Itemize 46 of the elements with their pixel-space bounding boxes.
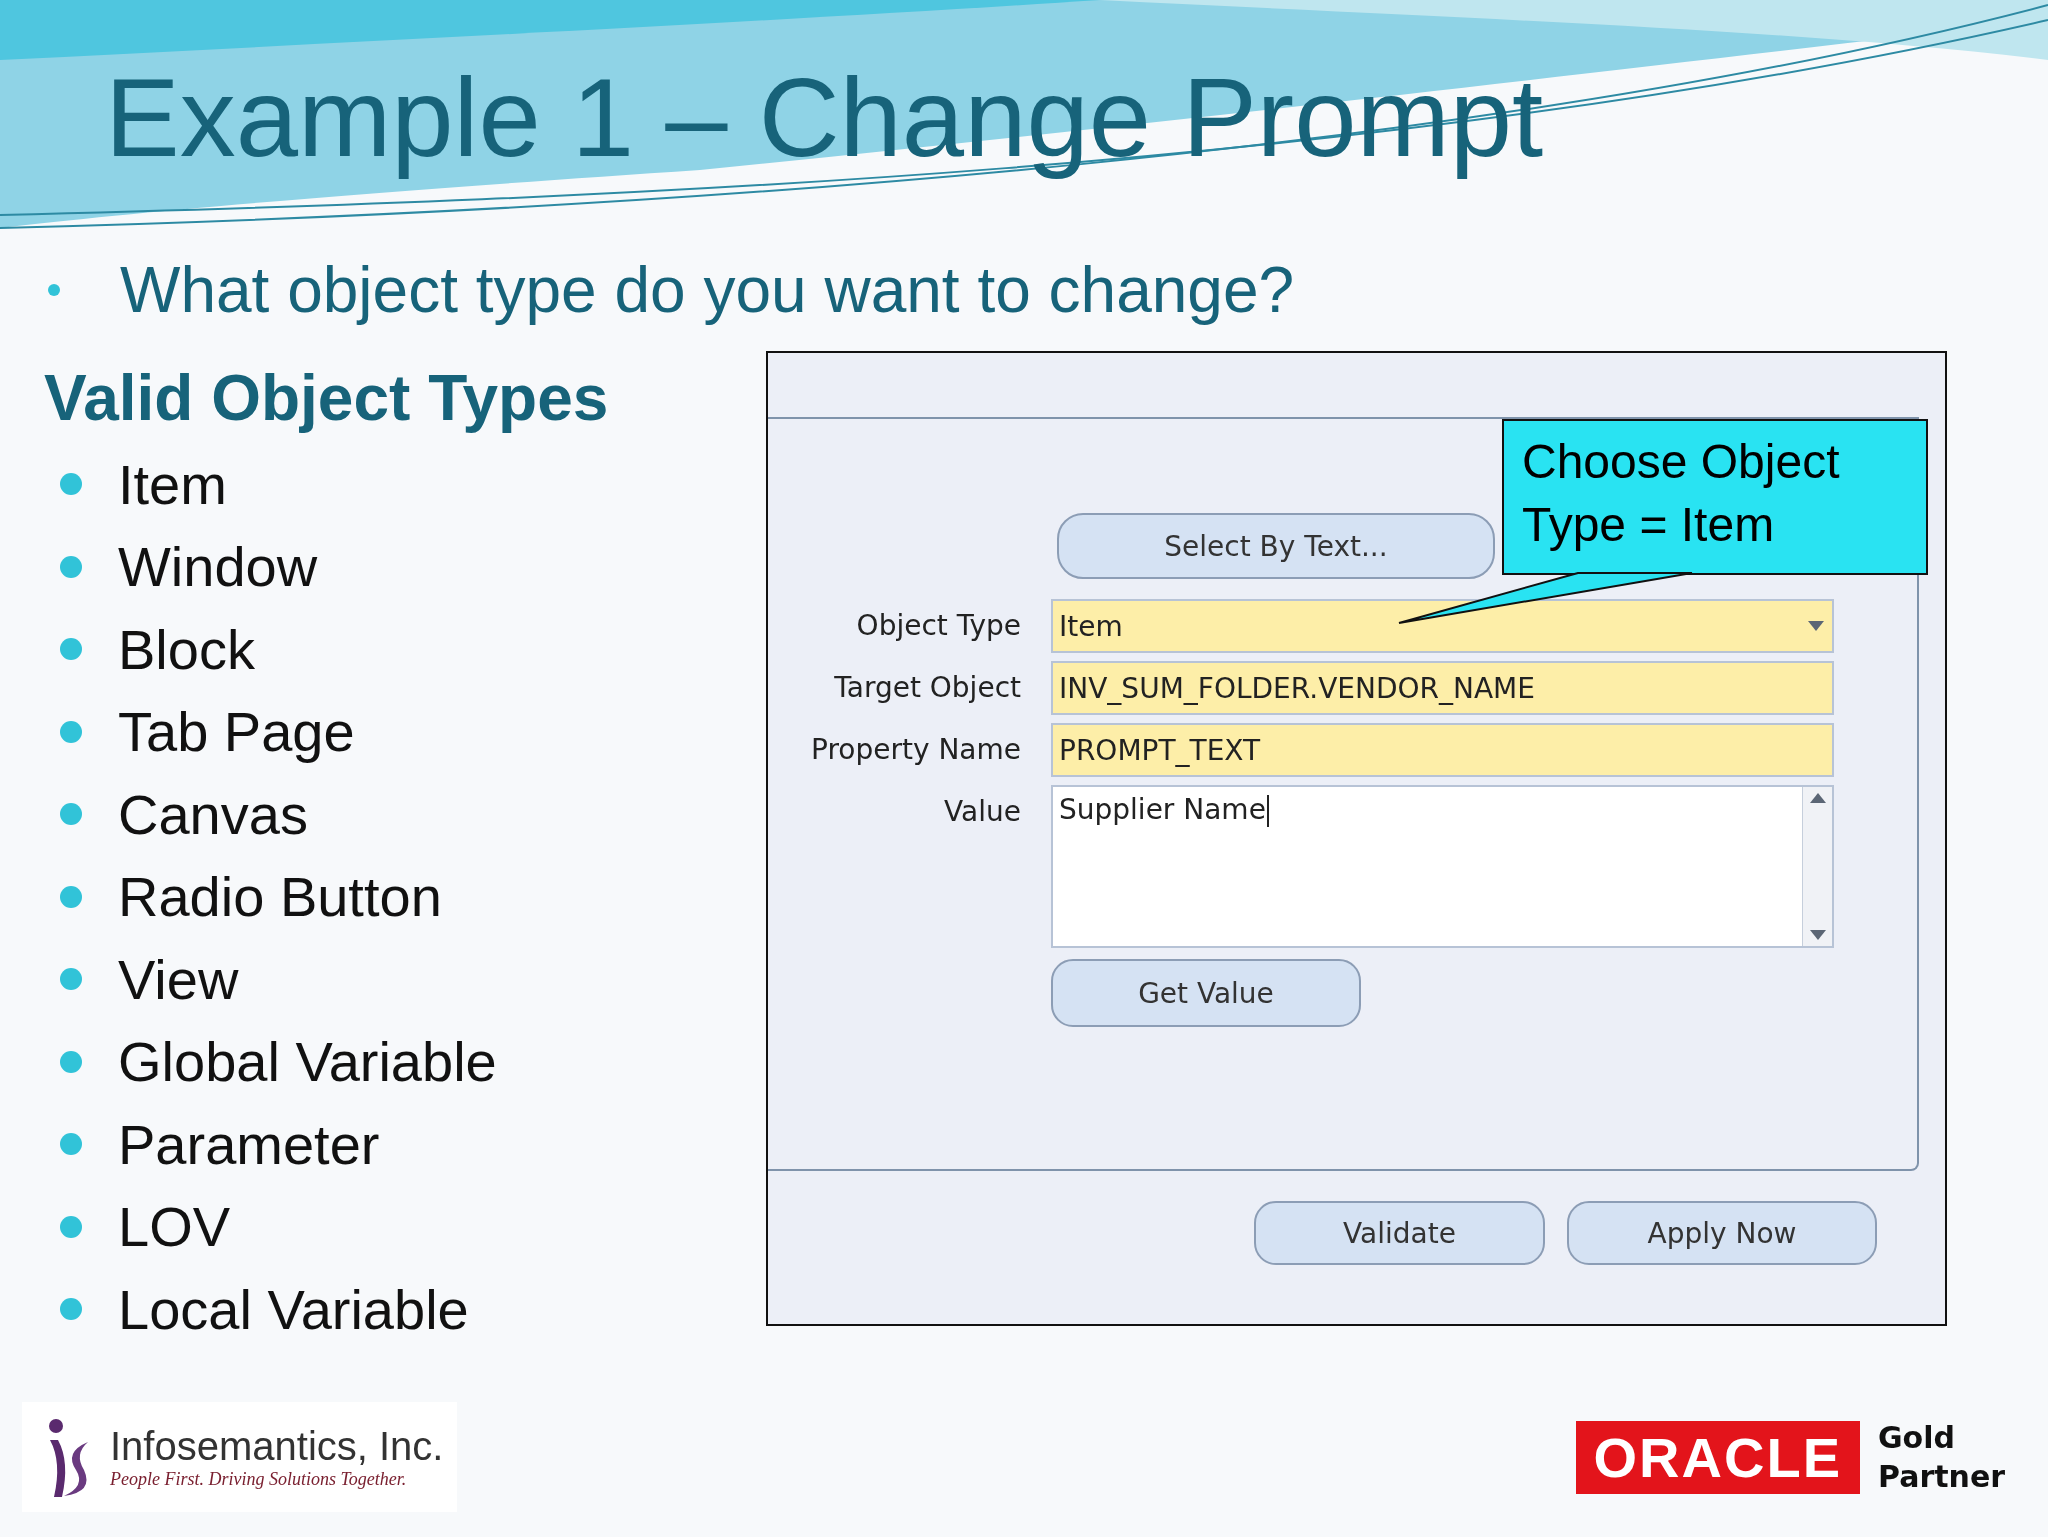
scroll-up-icon[interactable]	[1809, 793, 1826, 804]
text-cursor	[1266, 795, 1269, 828]
select-by-text-button[interactable]: Select By Text...	[1057, 513, 1495, 580]
object-type-dropdown[interactable]: Item	[1051, 599, 1834, 654]
field-label: Value	[944, 794, 1021, 831]
company-name: Infosemantics, Inc.	[110, 1424, 444, 1469]
dropdown-caret-icon	[1808, 621, 1824, 632]
list-item: Parameter	[118, 1111, 380, 1177]
list-item: Radio Button	[118, 864, 442, 930]
list-item: Block	[118, 616, 255, 682]
text-area[interactable]: Supplier Name	[1051, 785, 1834, 949]
list-item: View	[118, 946, 239, 1012]
bullet-icon	[60, 1298, 82, 1321]
bullet-icon	[60, 638, 82, 661]
list-item: Item	[118, 451, 227, 517]
bullet-icon	[60, 720, 82, 743]
scroll-down-icon[interactable]	[1809, 930, 1826, 941]
question-text: What object type do you want to change?	[120, 253, 1295, 328]
apply-now-button[interactable]: Apply Now	[1567, 1201, 1877, 1266]
input-field[interactable]: INV_SUM_FOLDER.VENDOR_NAME	[1051, 661, 1834, 716]
field-label: Object Type	[856, 608, 1021, 645]
partner-logo: ORACLE	[1575, 1420, 1860, 1494]
bullet-icon	[60, 1215, 82, 1238]
bullet-icon	[60, 555, 82, 578]
list-item: Tab Page	[118, 699, 355, 765]
list-item: Window	[118, 534, 318, 600]
list-item: Local Variable	[118, 1276, 469, 1342]
get-value-button[interactable]: Get Value	[1051, 959, 1361, 1028]
scrollbar[interactable]	[1802, 787, 1832, 947]
field-label: Property Name	[811, 732, 1021, 769]
bullet-icon	[60, 1133, 82, 1156]
partner-level: Gold Partner	[1878, 1419, 2007, 1496]
list-item: Global Variable	[118, 1029, 497, 1095]
company-tagline: People First. Driving Solutions Together.	[110, 1469, 408, 1490]
bullet-icon	[48, 284, 60, 297]
validate-button[interactable]: Validate	[1254, 1201, 1545, 1266]
bullet-icon	[60, 968, 82, 991]
bullet-icon	[60, 473, 82, 496]
list-item: Canvas	[118, 781, 308, 847]
bullet-icon	[60, 803, 82, 826]
list-heading: Valid Object Types	[44, 361, 609, 436]
bullet-icon	[60, 1050, 82, 1073]
field-label: Target Object	[834, 670, 1021, 707]
bullet-icon	[60, 885, 82, 908]
list-item: LOV	[118, 1194, 231, 1260]
input-field[interactable]: PROMPT_TEXT	[1051, 723, 1834, 778]
